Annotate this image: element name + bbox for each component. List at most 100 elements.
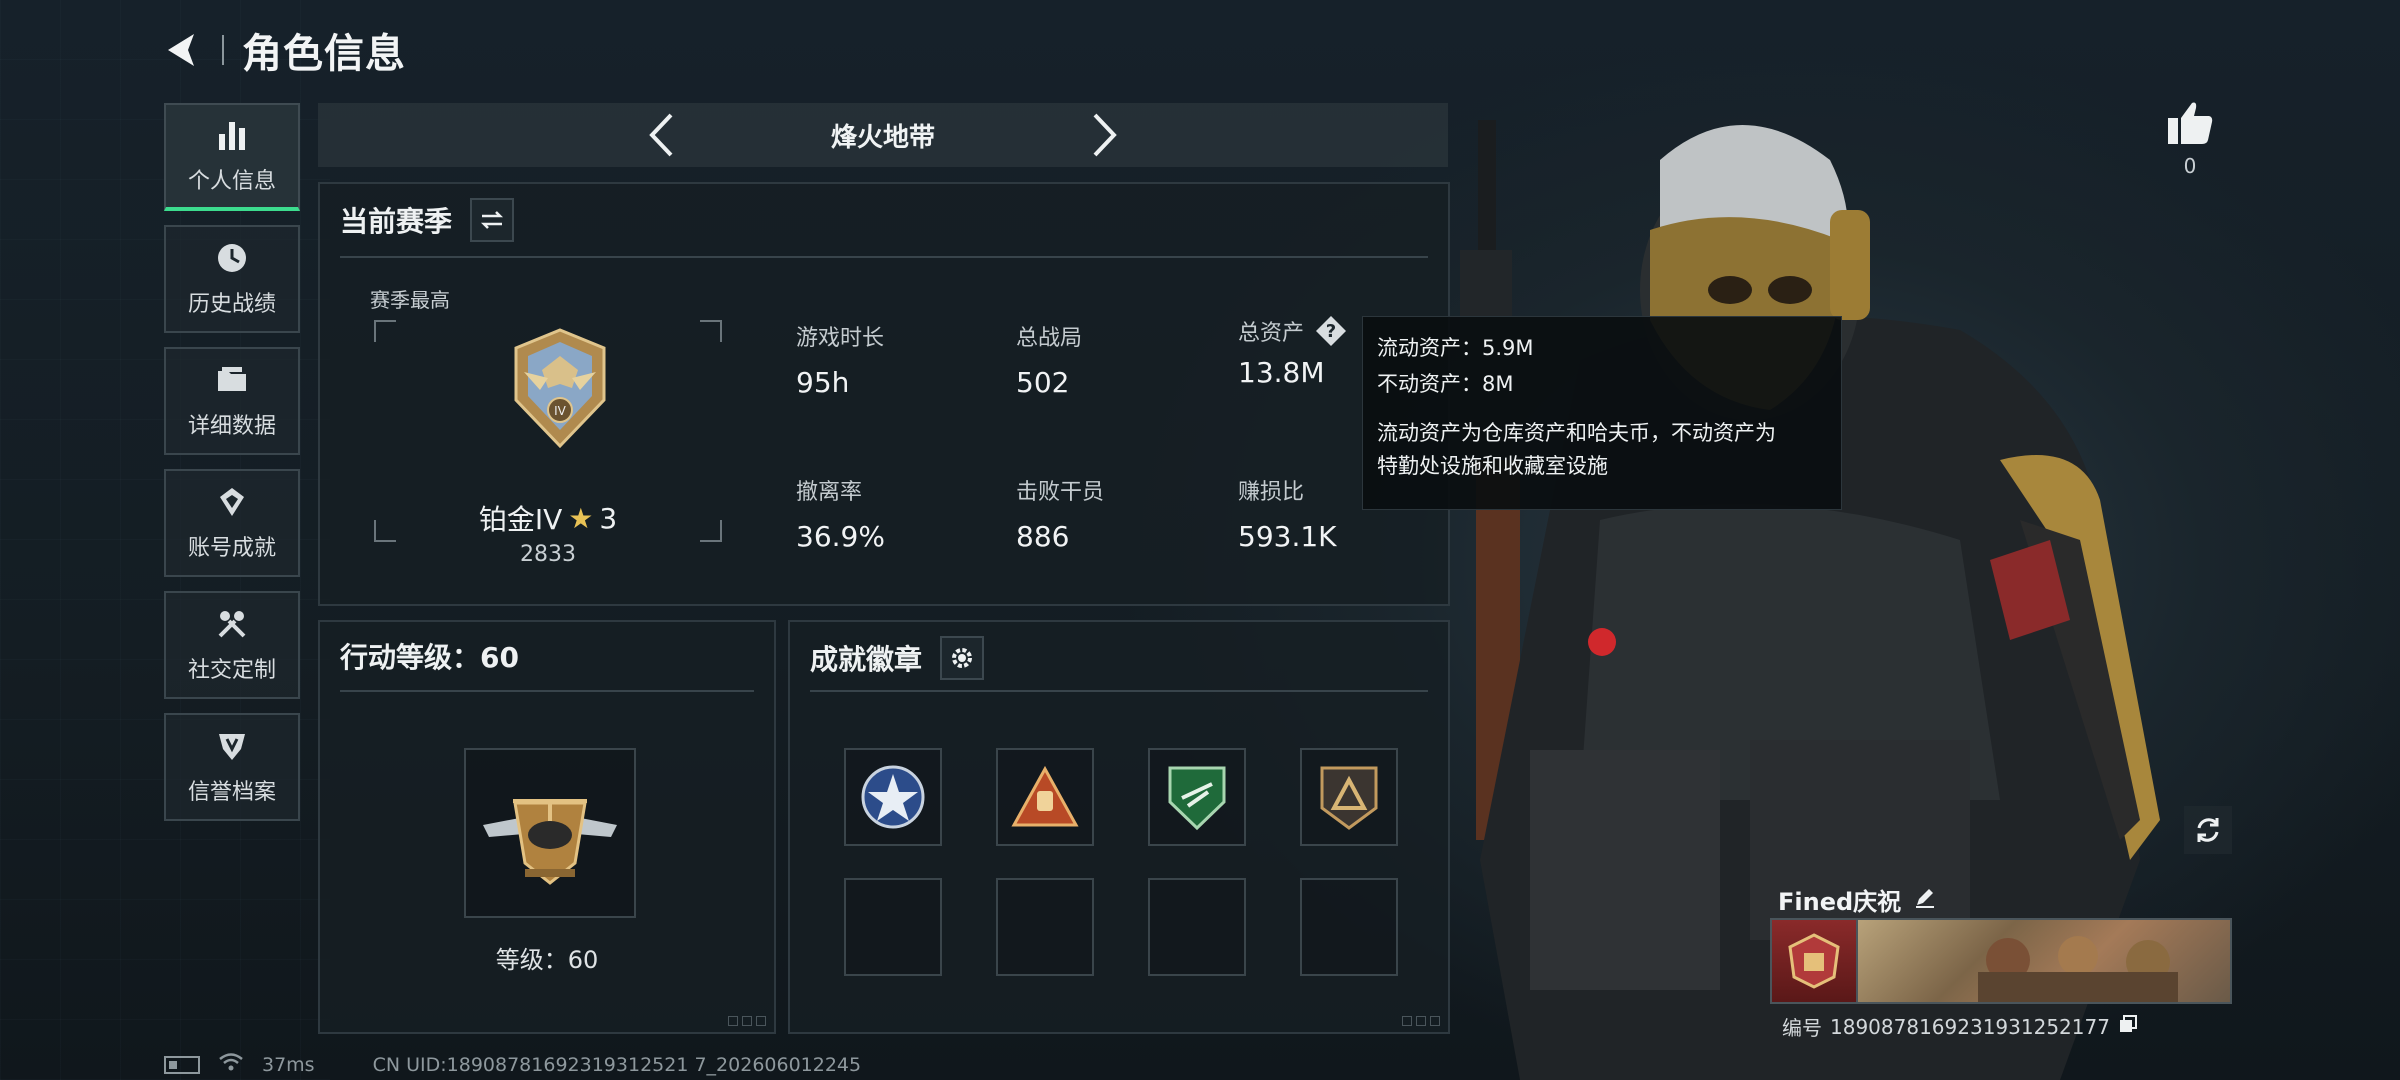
season-best-label: 赛季最高 (370, 288, 450, 312)
badge-slot-1[interactable] (844, 748, 942, 846)
panel-divider (340, 690, 754, 692)
page-title: 角色信息 (242, 31, 406, 77)
chevron-right-icon[interactable] (1085, 110, 1125, 160)
ping-text: 37ms (262, 1053, 315, 1076)
copy-icon[interactable] (2118, 1014, 2138, 1039)
level-emblem-frame (464, 748, 636, 918)
action-level-panel: 行动等级：60 等级：60 (318, 620, 776, 1034)
action-level-title: 行动等级：60 (340, 641, 519, 674)
clock-icon (214, 240, 250, 276)
like-count: 0 (2183, 154, 2197, 178)
badge-slot-7[interactable] (1148, 878, 1246, 976)
tooltip-liquid-assets: 流动资产：5.9M (1377, 336, 1534, 360)
rank-name: 铂金IV (478, 503, 563, 536)
avatar (1772, 920, 1858, 1002)
stat-extraction-rate: 撤离率 36.9% (796, 474, 885, 553)
tools-icon (214, 606, 250, 642)
panel-divider (810, 690, 1428, 692)
stat-value: 502 (1016, 366, 1070, 399)
sidebar-item-label: 历史战绩 (187, 292, 276, 317)
back-icon[interactable] (160, 28, 204, 72)
bar-chart-icon (214, 117, 250, 153)
uid-value: 1890878169231931252177 (1830, 1014, 2110, 1039)
gear-icon (952, 648, 973, 668)
stat-value: 593.1K (1238, 520, 1337, 553)
thumbs-up-icon (2168, 102, 2213, 144)
sidebar-item-label: 账号成就 (187, 536, 276, 561)
chevron-left-icon[interactable] (641, 110, 681, 160)
badge-slot-6[interactable] (996, 878, 1094, 976)
rotate-icon (2197, 818, 2219, 842)
stat-label: 撤离率 (796, 480, 863, 505)
star-icon: ★ (568, 501, 594, 535)
rank-frame: IV 铂金IV ★ 3 2833 (374, 320, 722, 567)
badge-slot-8[interactable] (1300, 878, 1398, 976)
frame-corner (700, 320, 722, 342)
rank-score: 2833 (520, 542, 576, 567)
wifi-icon (218, 1052, 244, 1077)
achievement-badges-panel: 成就徽章 (788, 620, 1450, 1034)
rank-stars: 3 (599, 501, 618, 535)
battery-icon (164, 1055, 200, 1074)
uid-row: 编号 1890878169231931252177 (1782, 1012, 2138, 1041)
header: 角色信息 (160, 20, 406, 80)
stat-value: 13.8M (1238, 356, 1325, 389)
stat-profit-loss-ratio: 赚损比 593.1K (1238, 474, 1337, 553)
sidebar-item-detailed-data[interactable]: 详细数据 (164, 347, 300, 455)
header-divider (222, 35, 224, 65)
sidebar-item-achievements[interactable]: 账号成就 (164, 469, 300, 577)
stat-operators-defeated: 击败干员 886 (1016, 474, 1104, 553)
panel-dots (728, 1016, 766, 1026)
stat-label: 赚损比 (1238, 480, 1305, 505)
badge-slot-4[interactable] (1300, 748, 1398, 846)
rank-name-row: 铂金IV ★ 3 (374, 498, 722, 538)
badge-slot-5[interactable] (844, 878, 942, 976)
tooltip-description-line-1: 流动资产为仓库资产和哈夫币，不动资产为 (1377, 421, 1776, 445)
svg-text:?: ? (1326, 321, 1336, 342)
mode-name: 烽火地带 (830, 122, 935, 153)
shield-icon (214, 728, 250, 764)
sidebar-item-social-custom[interactable]: 社交定制 (164, 591, 300, 699)
sidebar-item-label: 个人信息 (187, 169, 276, 194)
star-badge-icon (861, 765, 925, 829)
tooltip-fixed-assets: 不动资产：8M (1377, 372, 1514, 396)
stat-label: 游戏时长 (796, 326, 885, 351)
stat-label: 击败干员 (1016, 480, 1105, 505)
edit-icon[interactable] (1913, 885, 1937, 915)
season-panel: 当前赛季 赛季最高 IV 铂金IV ★ 3 2833 游戏时长 95h 总战局 … (318, 182, 1450, 606)
stat-total-assets: 总资产 ? 13.8M (1238, 314, 1348, 389)
stat-value: 95h (796, 366, 850, 399)
rotate-character-button[interactable] (2184, 806, 2232, 854)
level-text: 等级：60 (495, 946, 599, 974)
name-card-banner (1858, 920, 2230, 1002)
assets-tooltip: 流动资产：5.9M 不动资产：8M 流动资产为仓库资产和哈夫币，不动资产为 特勤… (1362, 316, 1842, 510)
panel-divider (340, 256, 1428, 258)
stat-label: 总资产 (1238, 321, 1305, 346)
like-button[interactable]: 0 (2166, 100, 2214, 178)
panel-dots (1402, 1016, 1440, 1026)
badges-title: 成就徽章 (810, 643, 923, 676)
stat-label: 总战局 (1016, 326, 1083, 351)
sidebar-item-reputation[interactable]: 信誉档案 (164, 713, 300, 821)
triangle-fist-badge-icon (1011, 765, 1079, 827)
sidebar-item-personal-info[interactable]: 个人信息 (164, 103, 300, 211)
tooltip-description: 流动资产为仓库资产和哈夫币，不动资产为 特勤处设施和收藏室设施 (1377, 417, 1827, 482)
cn-uid-text: CN UID:18908781692319312521 7_2026060122… (372, 1053, 862, 1076)
badge-slot-2[interactable] (996, 748, 1094, 846)
sidebar-item-history[interactable]: 历史战绩 (164, 225, 300, 333)
player-name-row: Fined庆祝 (1778, 882, 1937, 917)
stat-value: 36.9% (796, 520, 885, 553)
swap-icon (480, 211, 504, 229)
name-card[interactable] (1770, 918, 2232, 1004)
badge-settings-button[interactable] (940, 636, 985, 680)
badge-slot-3[interactable] (1148, 748, 1246, 846)
player-name: Fined庆祝 (1778, 888, 1902, 916)
help-icon[interactable]: ? (1314, 314, 1348, 348)
tooltip-description-line-2: 特勤处设施和收藏室设施 (1377, 453, 1608, 478)
uid-label: 编号 (1782, 1016, 1822, 1040)
season-title: 当前赛季 (340, 205, 453, 238)
sidebar: 个人信息 历史战绩 详细数据 账号成就 社交定制 信誉档案 (164, 103, 300, 821)
stat-total-matches: 总战局 502 (1016, 320, 1082, 399)
rank-emblem-icon: IV (504, 326, 616, 454)
swap-season-button[interactable] (470, 198, 515, 242)
